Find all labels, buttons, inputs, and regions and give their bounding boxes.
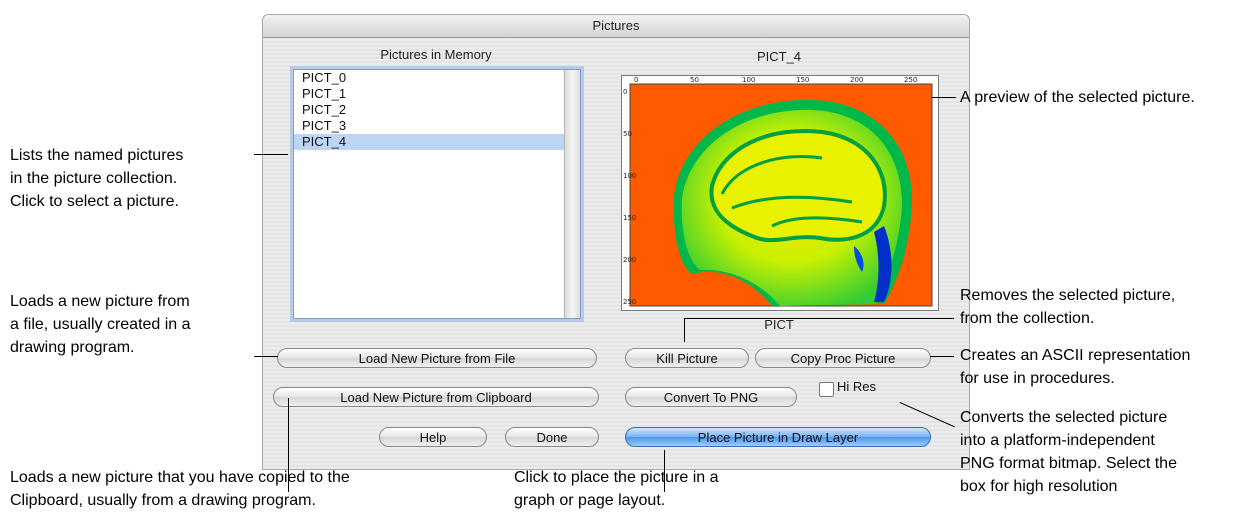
pictures-list[interactable]: PICT_0 PICT_1 PICT_2 PICT_3 PICT_4	[293, 69, 581, 319]
callout-line-copy-proc	[930, 356, 954, 357]
tick-label: 150	[623, 214, 636, 222]
hi-res-checkbox[interactable]	[819, 382, 834, 397]
load-from-clipboard-button[interactable]: Load New Picture from Clipboard	[273, 387, 599, 407]
tick-label: 100	[623, 172, 636, 180]
tick-label: 0	[634, 76, 638, 84]
kill-picture-button[interactable]: Kill Picture	[625, 348, 749, 368]
callout-line-kill-horizontal	[684, 318, 954, 319]
tick-label: 150	[796, 76, 809, 84]
tick-label: 200	[850, 76, 863, 84]
annotation-convert: Converts the selected picture into a pla…	[960, 409, 1177, 495]
tick-label: 200	[623, 256, 636, 264]
list-item[interactable]: PICT_1	[294, 86, 580, 102]
picture-type-label: PICT	[764, 317, 794, 332]
load-from-file-button[interactable]: Load New Picture from File	[277, 348, 597, 368]
hi-res-label: Hi Res	[837, 379, 877, 394]
place-in-draw-layer-button[interactable]: Place Picture in Draw Layer	[625, 427, 931, 447]
list-scrollbar[interactable]	[564, 70, 580, 318]
window-title: Pictures	[263, 15, 969, 38]
convert-to-png-button[interactable]: Convert To PNG	[625, 387, 797, 407]
annotation-load-clipboard: Loads a new picture that you have copied…	[10, 469, 350, 509]
list-panel-title: Pictures in Memory	[380, 47, 492, 62]
annotation-copy-proc: Creates an ASCII representation for use …	[960, 347, 1191, 387]
annotation-list: Lists the named pictures in the picture …	[10, 147, 184, 210]
pictures-dialog: Pictures Pictures in Memory PICT_0 PICT_…	[262, 14, 970, 470]
annotation-preview: A preview of the selected picture.	[960, 89, 1195, 106]
tick-label: 50	[690, 76, 699, 84]
callout-line-preview	[932, 97, 956, 98]
list-item[interactable]: PICT_0	[294, 70, 580, 86]
list-item[interactable]: PICT_2	[294, 102, 580, 118]
copy-proc-picture-button[interactable]: Copy Proc Picture	[755, 348, 931, 368]
tick-label: 0	[623, 88, 627, 96]
tick-label: 100	[742, 76, 755, 84]
callout-line-list	[254, 154, 288, 155]
tick-label: 250	[623, 298, 636, 306]
annotation-kill: Removes the selected picture, from the c…	[960, 287, 1176, 327]
tick-label: 50	[623, 130, 632, 138]
done-button[interactable]: Done	[505, 427, 599, 447]
help-button[interactable]: Help	[379, 427, 487, 447]
preview-title: PICT_4	[756, 49, 802, 64]
tick-label: 250	[904, 76, 917, 84]
callout-line-load-file	[254, 356, 278, 357]
callout-line-kill-vertical	[684, 318, 685, 342]
annotation-place: Click to place the picture in a graph or…	[514, 469, 719, 509]
annotation-load-file: Loads a new picture from a file, usually…	[10, 293, 191, 356]
mri-preview-image: 0 50 100 150 200 250 0 50 100 150 200 25…	[623, 76, 933, 307]
picture-preview: 0 50 100 150 200 250 0 50 100 150 200 25…	[621, 75, 939, 311]
list-item[interactable]: PICT_3	[294, 118, 580, 134]
list-item-selected[interactable]: PICT_4	[294, 134, 580, 150]
